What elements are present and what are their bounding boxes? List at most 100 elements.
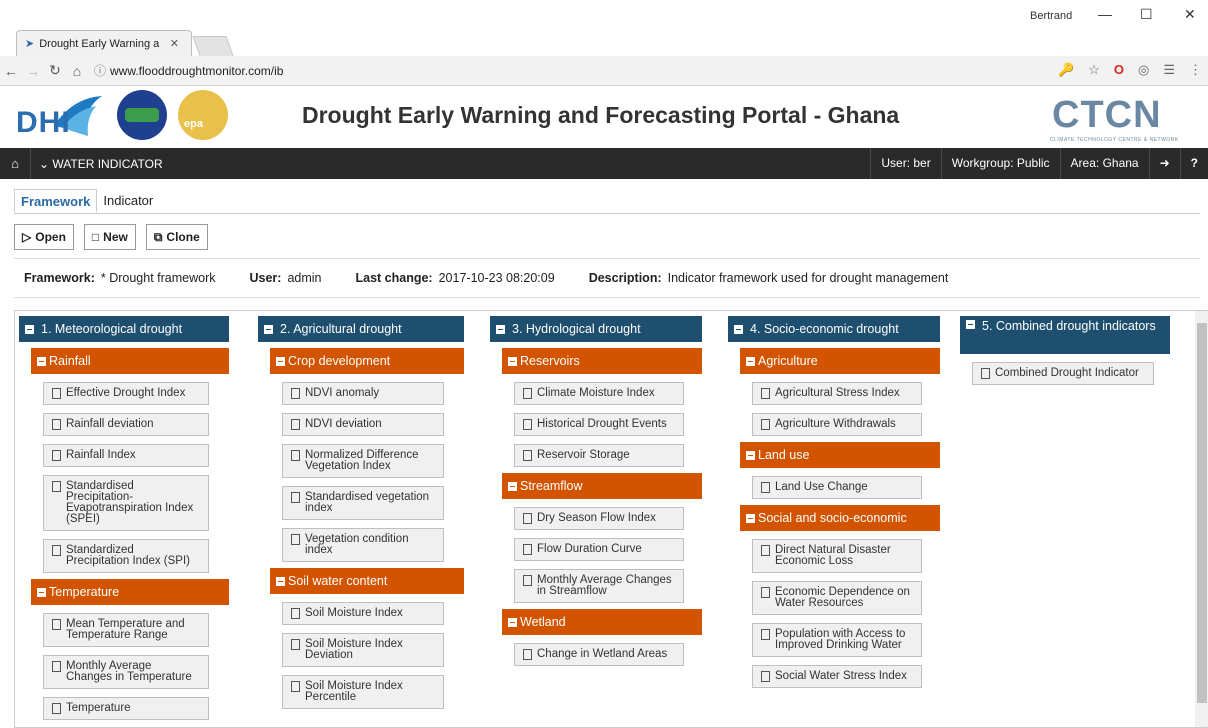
tab-indicator[interactable]: Indicator bbox=[97, 189, 159, 213]
forward-icon[interactable]: → bbox=[22, 63, 44, 79]
key-icon[interactable]: 🔑 bbox=[1058, 62, 1074, 78]
indicator-item[interactable]: Change in Wetland Areas bbox=[514, 643, 684, 666]
indicator-item[interactable]: Rainfall Index bbox=[43, 444, 209, 467]
collapse-icon[interactable] bbox=[746, 356, 755, 366]
category-header[interactable]: 4. Socio-economic drought bbox=[728, 316, 940, 342]
collapse-icon[interactable] bbox=[966, 320, 975, 329]
user-label: User: bbox=[249, 271, 282, 285]
group-header[interactable]: Land use bbox=[740, 442, 940, 468]
collapse-icon[interactable] bbox=[276, 576, 285, 586]
indicator-item[interactable]: Flow Duration Curve bbox=[514, 538, 684, 561]
open-button[interactable]: ▷ Open bbox=[14, 224, 74, 250]
collapse-icon[interactable] bbox=[496, 324, 505, 334]
url-field[interactable]: ⓘ www.flooddroughtmonitor.com/ib bbox=[94, 60, 283, 82]
indicator-item[interactable]: Rainfall deviation bbox=[43, 413, 209, 436]
water-indicator-menu[interactable]: ⌄ WATER INDICATOR bbox=[31, 157, 163, 171]
menu-icon[interactable]: ⋮ bbox=[1189, 62, 1202, 78]
indicator-item[interactable]: Land Use Change bbox=[752, 476, 922, 499]
group-header[interactable]: Agriculture bbox=[740, 348, 940, 374]
home-nav-icon[interactable]: ⌂ bbox=[0, 156, 30, 171]
close-window-icon[interactable]: ✕ bbox=[1184, 6, 1196, 23]
group-header[interactable]: Rainfall bbox=[31, 348, 229, 374]
document-icon bbox=[52, 619, 61, 630]
close-tab-icon[interactable]: ✕ bbox=[170, 37, 179, 50]
group-header[interactable]: Streamflow bbox=[502, 473, 702, 499]
group-header[interactable]: Temperature bbox=[31, 579, 229, 605]
group-header[interactable]: Reservoirs bbox=[502, 348, 702, 374]
indicator-item[interactable]: Economic Dependence on Water Resources bbox=[752, 581, 922, 615]
indicator-item[interactable]: Agricultural Stress Index bbox=[752, 382, 922, 405]
category-header[interactable]: 5. Combined drought indicators bbox=[960, 316, 1170, 354]
top-nav: ⌂ ⌄ WATER INDICATOR User: ber Workgroup:… bbox=[0, 148, 1208, 179]
scrollbar-thumb[interactable] bbox=[1197, 323, 1207, 703]
indicator-item[interactable]: Temperature bbox=[43, 697, 209, 720]
new-button[interactable]: □ New bbox=[83, 224, 136, 250]
group-header[interactable]: Social and socio-economic bbox=[740, 505, 940, 531]
indicator-item[interactable]: Vegetation condition index bbox=[282, 528, 444, 562]
tab-framework[interactable]: Framework bbox=[14, 189, 98, 213]
indicator-item[interactable]: Historical Drought Events bbox=[514, 413, 684, 436]
group-header[interactable]: Soil water content bbox=[270, 568, 464, 594]
collapse-icon[interactable] bbox=[746, 513, 755, 523]
framework-column: 5. Combined drought indicators Combined D… bbox=[960, 316, 1170, 385]
indicator-item[interactable]: Standardised Precipitation-Evapotranspir… bbox=[43, 475, 209, 531]
indicator-item[interactable]: Reservoir Storage bbox=[514, 444, 684, 467]
indicator-label: Soil Moisture Index Percentile bbox=[305, 680, 403, 703]
user-info[interactable]: User: ber bbox=[870, 148, 940, 179]
category-header[interactable]: 1. Meteorological drought bbox=[19, 316, 229, 342]
indicator-item[interactable]: NDVI deviation bbox=[282, 413, 444, 436]
scrollbar[interactable] bbox=[1195, 311, 1208, 727]
indicator-item[interactable]: Direct Natural Disaster Economic Loss bbox=[752, 539, 922, 573]
indicator-item[interactable]: Normalized Difference Vegetation Index bbox=[282, 444, 444, 478]
indicator-item[interactable]: Climate Moisture Index bbox=[514, 382, 684, 405]
indicator-item[interactable]: Effective Drought Index bbox=[43, 382, 209, 405]
browser-tab[interactable]: ➤ Drought Early Warning a ✕ bbox=[16, 30, 192, 56]
area-info[interactable]: Area: Ghana bbox=[1059, 148, 1149, 179]
indicator-item[interactable]: Standardised vegetation index bbox=[282, 486, 444, 520]
collapse-icon[interactable] bbox=[264, 324, 273, 334]
collapse-icon[interactable] bbox=[734, 324, 743, 334]
indicator-item[interactable]: Combined Drought Indicator bbox=[972, 362, 1154, 385]
category-header[interactable]: 3. Hydrological drought bbox=[490, 316, 702, 342]
indicator-item[interactable]: Population with Access to Improved Drink… bbox=[752, 623, 922, 657]
indicator-item[interactable]: Mean Temperature and Temperature Range bbox=[43, 613, 209, 647]
indicator-item[interactable]: Dry Season Flow Index bbox=[514, 507, 684, 530]
collapse-icon[interactable] bbox=[508, 617, 517, 627]
group-header[interactable]: Crop development bbox=[270, 348, 464, 374]
extension-icon[interactable]: ◎ bbox=[1138, 62, 1149, 78]
new-tab-button[interactable] bbox=[192, 36, 234, 56]
clone-button[interactable]: ⧉ Clone bbox=[145, 224, 208, 250]
collapse-icon[interactable] bbox=[508, 481, 517, 491]
collapse-icon[interactable] bbox=[37, 356, 46, 366]
indicator-item[interactable]: Standardized Precipitation Index (SPI) bbox=[43, 539, 209, 573]
reload-icon[interactable]: ↻ bbox=[44, 62, 66, 79]
logout-icon[interactable]: ➜ bbox=[1148, 148, 1180, 179]
group-header[interactable]: Wetland bbox=[502, 609, 702, 635]
home-icon[interactable]: ⌂ bbox=[66, 63, 88, 79]
framework-value: * Drought framework bbox=[100, 271, 216, 285]
help-icon[interactable]: ? bbox=[1179, 148, 1208, 179]
indicator-item[interactable]: Monthly Average Changes in Streamflow bbox=[514, 569, 684, 603]
indicator-item[interactable]: Social Water Stress Index bbox=[752, 665, 922, 688]
indicator-item[interactable]: Soil Moisture Index Deviation bbox=[282, 633, 444, 667]
collapse-icon[interactable] bbox=[508, 356, 517, 366]
back-icon[interactable]: ← bbox=[0, 63, 22, 79]
framework-info-bar: Framework: * Drought framework User: adm… bbox=[14, 258, 1200, 298]
indicator-item[interactable]: Soil Moisture Index bbox=[282, 602, 444, 625]
star-icon[interactable]: ☆ bbox=[1088, 62, 1100, 78]
collapse-icon[interactable] bbox=[276, 356, 285, 366]
indicator-item[interactable]: Monthly Average Changes in Temperature bbox=[43, 655, 209, 689]
collapse-icon[interactable] bbox=[37, 587, 46, 597]
indicator-item[interactable]: Soil Moisture Index Percentile bbox=[282, 675, 444, 709]
info-icon[interactable]: ⓘ bbox=[94, 62, 106, 79]
opera-icon[interactable]: O bbox=[1114, 62, 1124, 78]
category-header[interactable]: 2. Agricultural drought bbox=[258, 316, 464, 342]
workgroup-info[interactable]: Workgroup: Public bbox=[940, 148, 1060, 179]
extension2-icon[interactable]: ☰ bbox=[1163, 62, 1175, 78]
collapse-icon[interactable] bbox=[746, 450, 755, 460]
minimize-icon[interactable]: — bbox=[1098, 6, 1112, 22]
collapse-icon[interactable] bbox=[25, 324, 34, 334]
indicator-item[interactable]: Agriculture Withdrawals bbox=[752, 413, 922, 436]
indicator-item[interactable]: NDVI anomaly bbox=[282, 382, 444, 405]
maximize-icon[interactable]: ☐ bbox=[1140, 6, 1153, 23]
